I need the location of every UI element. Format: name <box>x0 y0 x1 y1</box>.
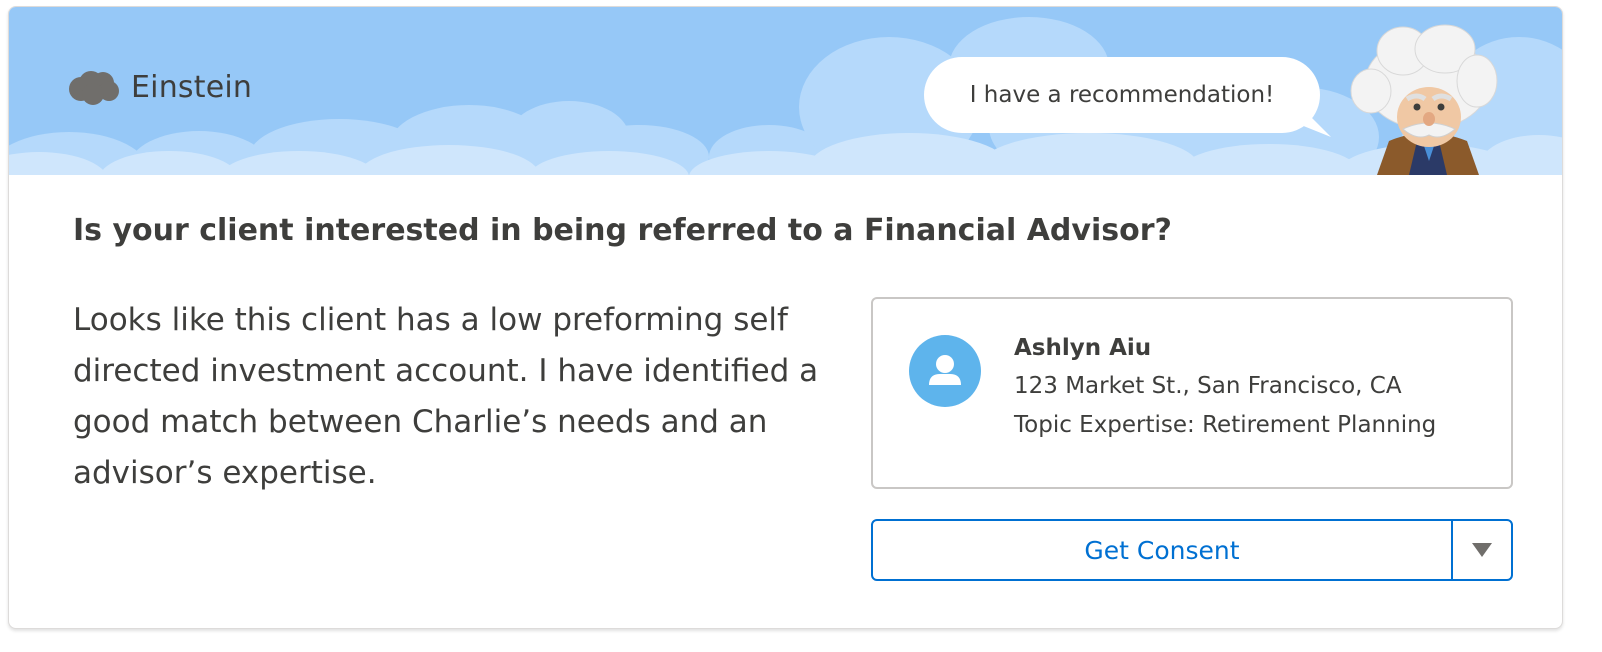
advisor-contact-card[interactable]: Ashlyn Aiu 123 Market St., San Francisco… <box>871 297 1513 489</box>
brand-title: Einstein <box>131 69 253 105</box>
speech-bubble-text: I have a recommendation! <box>969 82 1275 108</box>
recommendation-question: Is your client interested in being refer… <box>73 213 1172 248</box>
advisor-name[interactable]: Ashlyn Aiu <box>1014 335 1151 361</box>
more-actions-button[interactable] <box>1451 521 1511 579</box>
chevron-down-icon <box>1472 543 1492 557</box>
get-consent-button[interactable]: Get Consent <box>873 521 1451 579</box>
avatar <box>909 335 981 407</box>
card-header: Einstein I have a recommendation! <box>9 7 1562 175</box>
recommendation-description: Looks like this client has a low preform… <box>73 302 819 491</box>
einstein-mascot <box>1350 24 1498 175</box>
speech-bubble: I have a recommendation! <box>924 57 1320 133</box>
einstein-recommendation-card: Einstein I have a recommendation! Is you… <box>8 6 1563 629</box>
consent-split-button: Get Consent <box>871 519 1513 581</box>
brand: Einstein <box>67 69 252 105</box>
advisor-address: 123 Market St., San Francisco, CA <box>1014 373 1402 399</box>
speech-bubble-tail <box>1291 107 1331 137</box>
user-icon <box>929 355 961 385</box>
salesforce-cloud-icon <box>69 71 119 105</box>
advisor-expertise: Topic Expertise: Retirement Planning <box>1014 412 1437 438</box>
